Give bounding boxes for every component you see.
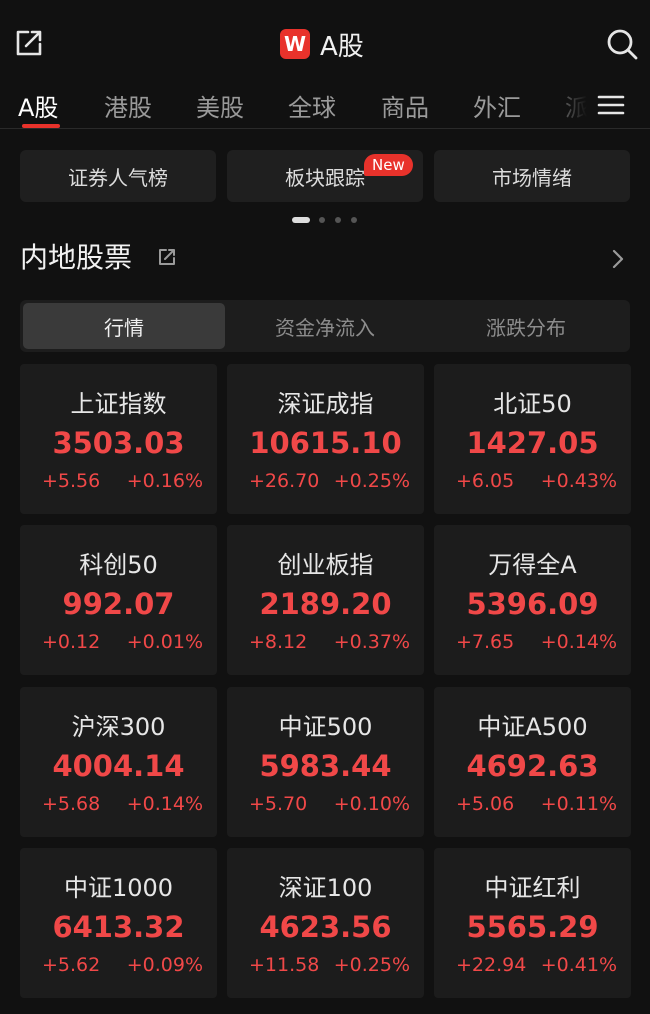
index-price: 5396.09	[466, 587, 599, 621]
index-name: 深证100	[278, 874, 373, 902]
top-bar: W A股	[0, 0, 650, 88]
index-name: 万得全A	[488, 551, 577, 579]
pager-dots	[0, 216, 650, 224]
index-change: +5.06	[456, 793, 515, 815]
index-card[interactable]: 中证500 5983.44 +5.70 +0.10%	[227, 687, 424, 837]
tab-commodities[interactable]: 商品	[381, 88, 429, 123]
index-name: 沪深300	[71, 713, 166, 741]
index-card[interactable]: 沪深300 4004.14 +5.68 +0.14%	[20, 687, 217, 837]
tab-us-stocks[interactable]: 美股	[196, 88, 244, 123]
index-card[interactable]: 中证1000 6413.32 +5.62 +0.09%	[20, 848, 217, 998]
quick-link-popularity[interactable]: 证券人气榜	[20, 150, 216, 202]
tab-global[interactable]: 全球	[288, 88, 336, 123]
index-change: +7.65	[456, 631, 515, 653]
index-change: +22.94	[456, 954, 527, 976]
index-price: 5983.44	[259, 749, 392, 783]
index-change: +5.70	[249, 793, 308, 815]
index-price: 1427.05	[466, 426, 599, 460]
index-change: +5.68	[42, 793, 101, 815]
index-card[interactable]: 深证100 4623.56 +11.58 +0.25%	[227, 848, 424, 998]
index-name: 创业板指	[277, 551, 374, 579]
index-card[interactable]: 中证A500 4692.63 +5.06 +0.11%	[434, 687, 631, 837]
index-change-percent: +0.10%	[333, 793, 410, 815]
index-card[interactable]: 科创50 992.07 +0.12 +0.01%	[20, 525, 217, 675]
segment-distribution[interactable]: 涨跌分布	[425, 303, 627, 349]
tab-forex[interactable]: 外汇	[473, 88, 521, 123]
tab-hk-stocks[interactable]: 港股	[104, 88, 152, 123]
index-change-percent: +0.37%	[333, 631, 410, 653]
index-price: 4004.14	[52, 749, 185, 783]
index-card[interactable]: 北证50 1427.05 +6.05 +0.43%	[434, 364, 631, 514]
index-change: +8.12	[249, 631, 308, 653]
index-price: 4692.63	[466, 749, 599, 783]
tabs-divider	[0, 128, 650, 129]
index-change-percent: +0.14%	[126, 793, 203, 815]
index-price: 5565.29	[466, 910, 599, 944]
share-icon[interactable]	[12, 26, 46, 60]
index-price: 3503.03	[52, 426, 185, 460]
index-change-percent: +0.11%	[540, 793, 617, 815]
index-change-percent: +0.43%	[540, 470, 617, 492]
market-tabs: A股 港股 美股 全球 商品 外汇 派	[0, 88, 650, 130]
index-change-percent: +0.09%	[126, 954, 203, 976]
chevron-right-icon[interactable]	[610, 248, 626, 270]
index-card[interactable]: 万得全A 5396.09 +7.65 +0.14%	[434, 525, 631, 675]
new-badge: New	[364, 154, 413, 176]
section-title[interactable]: 内地股票	[20, 236, 132, 276]
index-name: 科创50	[79, 551, 158, 579]
pager-dot	[335, 217, 341, 223]
index-change: +6.05	[456, 470, 515, 492]
index-name: 中证500	[278, 713, 373, 741]
index-change: +26.70	[249, 470, 320, 492]
search-icon[interactable]	[604, 26, 640, 62]
app-brand: W A股	[280, 26, 364, 62]
index-price: 6413.32	[52, 910, 185, 944]
index-change-percent: +0.25%	[333, 954, 410, 976]
page-title: A股	[320, 31, 364, 62]
app-logo: W	[280, 29, 310, 59]
index-change: +11.58	[249, 954, 320, 976]
index-card[interactable]: 创业板指 2189.20 +8.12 +0.37%	[227, 525, 424, 675]
index-price: 992.07	[62, 587, 175, 621]
index-name: 北证50	[493, 390, 572, 418]
pager-dot	[292, 217, 310, 223]
segment-net-inflow[interactable]: 资金净流入	[224, 303, 426, 349]
pager-dot	[351, 217, 357, 223]
index-change: +5.62	[42, 954, 101, 976]
index-name: 上证指数	[70, 390, 167, 418]
index-price: 4623.56	[259, 910, 392, 944]
index-name: 中证A500	[477, 713, 588, 741]
index-change-percent: +0.16%	[126, 470, 203, 492]
index-price: 10615.10	[249, 426, 402, 460]
index-change: +5.56	[42, 470, 101, 492]
index-card[interactable]: 中证红利 5565.29 +22.94 +0.41%	[434, 848, 631, 998]
segment-quotes[interactable]: 行情	[23, 303, 225, 349]
index-name: 深证成指	[277, 390, 374, 418]
pager-dot	[319, 217, 325, 223]
index-name: 中证1000	[63, 874, 174, 902]
tab-a-shares[interactable]: A股	[18, 88, 58, 123]
index-change-percent: +0.41%	[540, 954, 617, 976]
index-price: 2189.20	[259, 587, 392, 621]
quick-link-sentiment[interactable]: 市场情绪	[434, 150, 630, 202]
index-name: 中证红利	[484, 874, 581, 902]
index-change: +0.12	[42, 631, 101, 653]
index-change-percent: +0.01%	[126, 631, 203, 653]
external-link-icon[interactable]	[156, 246, 178, 268]
index-change-percent: +0.14%	[540, 631, 617, 653]
index-card[interactable]: 上证指数 3503.03 +5.56 +0.16%	[20, 364, 217, 514]
index-card[interactable]: 深证成指 10615.10 +26.70 +0.25%	[227, 364, 424, 514]
menu-icon[interactable]	[596, 92, 626, 118]
segmented-control: 行情 资金净流入 涨跌分布	[20, 300, 630, 352]
index-change-percent: +0.25%	[333, 470, 410, 492]
